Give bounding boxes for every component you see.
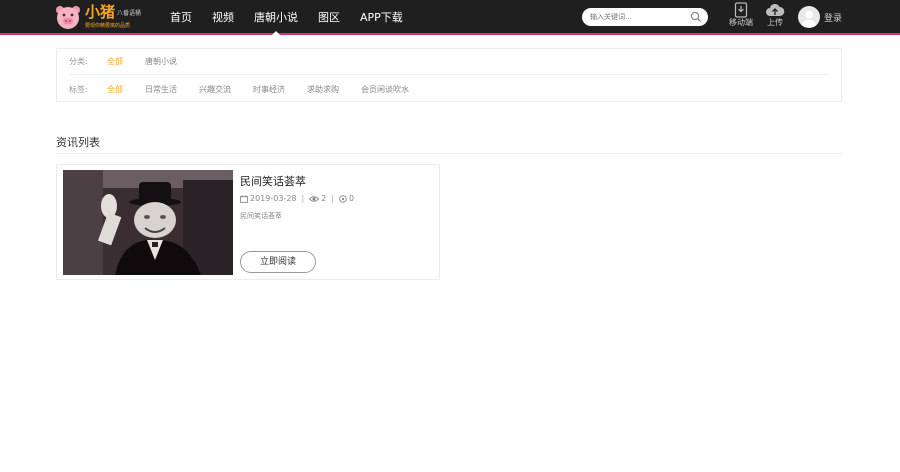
calendar-icon xyxy=(240,194,248,203)
brand-slogan: 要现你精要离的品质 xyxy=(85,23,131,29)
nav-app-download[interactable]: APP下载 xyxy=(360,0,403,35)
comment-icon xyxy=(339,194,347,203)
avatar[interactable] xyxy=(798,6,820,28)
category-tang-novels[interactable]: 唐朝小说 xyxy=(145,56,177,67)
category-filter-row: 分类: 全部 唐朝小说 xyxy=(69,49,829,75)
tag-help[interactable]: 求助求购 xyxy=(307,84,339,95)
article-meta: 2019-03-28 | 2 | 0 xyxy=(240,194,354,203)
tag-filter-row: 标签: 全部 日常生活 兴趣交流 时事经济 求助求购 会员闲谈吹水 xyxy=(69,76,829,102)
main-nav: 首页 视频 唐朝小说 图区 APP下载 xyxy=(170,0,423,35)
nav-gallery[interactable]: 图区 xyxy=(318,0,340,35)
article-thumbnail[interactable] xyxy=(63,170,233,275)
meta-separator: | xyxy=(301,194,305,203)
tag-daily-life[interactable]: 日常生活 xyxy=(145,84,177,95)
search-box xyxy=(582,8,708,26)
article-date: 2019-03-28 xyxy=(250,194,297,203)
site-logo[interactable]: 小猪 八番语桶 要现你精要离的品质 xyxy=(55,3,165,33)
eye-icon xyxy=(309,195,320,202)
read-now-button[interactable]: 立即阅读 xyxy=(240,251,316,273)
mobile-link[interactable]: 移动端 xyxy=(724,2,758,32)
search-input[interactable] xyxy=(590,10,686,24)
mobile-icon xyxy=(734,2,748,18)
section-divider xyxy=(56,153,842,154)
user-icon xyxy=(801,10,817,27)
nav-video[interactable]: 视频 xyxy=(212,0,234,35)
pig-logo-icon xyxy=(56,6,80,29)
meta-separator: | xyxy=(331,194,334,203)
brand-subtitle: 八番语桶 xyxy=(117,10,142,17)
article-comments: 0 xyxy=(349,194,355,203)
top-header: 小猪 八番语桶 要现你精要离的品质 首页 视频 唐朝小说 图区 APP下载 移动… xyxy=(0,0,900,35)
nav-home[interactable]: 首页 xyxy=(170,0,192,35)
tag-economy[interactable]: 时事经济 xyxy=(253,84,285,95)
login-link[interactable]: 登录 xyxy=(824,11,842,24)
search-icon[interactable] xyxy=(690,11,702,23)
upload-link[interactable]: 上传 xyxy=(758,2,792,32)
upload-label: 上传 xyxy=(767,18,783,27)
article-description: 民间笑话荟萃 xyxy=(240,212,282,220)
category-label: 分类: xyxy=(69,57,88,66)
cloud-upload-icon xyxy=(766,3,785,17)
nav-novels[interactable]: 唐朝小说 xyxy=(254,0,298,35)
article-card[interactable]: 民间笑话荟萃 2019-03-28 | 2 | 0 民间笑话荟萃 立即阅读 xyxy=(56,164,440,280)
article-title[interactable]: 民间笑话荟萃 xyxy=(240,173,306,189)
tag-label: 标签: xyxy=(69,84,88,94)
mobile-label: 移动端 xyxy=(729,18,753,27)
tag-interest[interactable]: 兴趣交流 xyxy=(199,84,231,95)
tag-all[interactable]: 全部 xyxy=(107,84,123,95)
article-views: 2 xyxy=(321,194,327,203)
section-title: 资讯列表 xyxy=(56,136,100,149)
brand-name: 小猪 xyxy=(85,3,116,21)
tag-member-chat[interactable]: 会员闲谈吹水 xyxy=(361,84,409,95)
filter-panel: 分类: 全部 唐朝小说 标签: 全部 日常生活 兴趣交流 时事经济 求助求购 会… xyxy=(56,48,842,102)
category-all[interactable]: 全部 xyxy=(107,56,123,67)
